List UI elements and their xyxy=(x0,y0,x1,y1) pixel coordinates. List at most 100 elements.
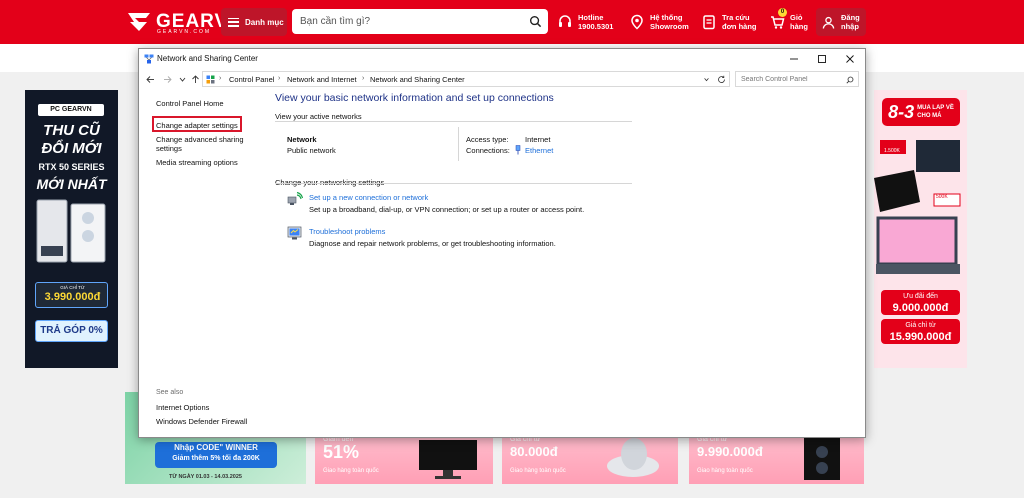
banner-line3: RTX 50 SERIES xyxy=(38,162,105,172)
address-box[interactable]: › Control Panel › Network and Internet ›… xyxy=(202,71,730,87)
chevron-down-icon xyxy=(179,77,185,82)
cart-line2: hàng xyxy=(790,22,808,31)
recent-locations-button[interactable] xyxy=(176,73,188,85)
maximize-button[interactable] xyxy=(807,49,837,69)
network-sharing-center-window: Network and Sharing Center › Control Pan… xyxy=(138,48,866,438)
login-line2: nhập xyxy=(841,22,859,31)
offer-pill-1-value: 9.000.000đ xyxy=(892,302,949,314)
promo-3-amount: 80.000đ xyxy=(510,444,558,459)
new-connection-icon xyxy=(287,191,303,205)
promo-3-shipping: Giao hàng toàn quốc xyxy=(510,468,566,474)
hamburger-icon xyxy=(228,17,239,27)
right-promo-banner[interactable]: 8-3 MUA LAP VỀ CHO MÁ 1.500K 500K Ưu đãi … xyxy=(874,90,967,368)
page-title: View your basic network information and … xyxy=(275,92,554,104)
promo-code-box: Nhập CODE" WINNER Giảm thêm 5% tối đa 20… xyxy=(155,442,277,468)
up-button[interactable] xyxy=(189,73,201,85)
internet-options-link[interactable]: Internet Options xyxy=(156,403,209,412)
monitor-image xyxy=(419,440,477,479)
promo-4-shipping: Giao hàng toàn quốc xyxy=(697,468,753,474)
control-panel-icon xyxy=(206,75,215,84)
setup-connection-link[interactable]: Set up a new connection or network xyxy=(309,193,428,202)
hotline-number: 1900.5301 xyxy=(578,22,614,31)
logo-subtext: GEARVN.COM xyxy=(157,29,212,35)
left-task-pane: Control Panel Home Change adapter settin… xyxy=(139,89,267,437)
cart-link[interactable]: 0 Giỏ hàng xyxy=(769,8,808,34)
pc-tower-image xyxy=(804,438,840,480)
site-header: GEARVN GEARVN.COM Danh mục Hotline1900.5… xyxy=(0,0,1024,44)
forward-button[interactable] xyxy=(161,73,173,85)
window-title: Network and Sharing Center xyxy=(157,54,258,63)
banner-tag: PC GEARVN xyxy=(38,104,104,116)
banner-line2: ĐỔI MỚI xyxy=(41,140,102,157)
laptop-image xyxy=(874,140,961,274)
media-streaming-link[interactable]: Media streaming options xyxy=(156,158,238,167)
advanced-sharing-line2: settings xyxy=(156,144,182,153)
left-promo-banner[interactable]: PC GEARVN THU CŨ ĐỔI MỚI RTX 50 SERIES M… xyxy=(25,90,118,368)
back-button[interactable] xyxy=(144,73,156,85)
login-button[interactable]: Đăng nhập xyxy=(816,8,866,36)
offer-pill-2: Giá chỉ từ 15.990.000đ xyxy=(881,319,960,344)
offer-pill-2-label: Giá chỉ từ xyxy=(905,322,936,329)
breadcrumb-control-panel[interactable]: Control Panel xyxy=(229,75,274,84)
womens-day-small2: CHO MÁ xyxy=(917,113,942,119)
close-icon xyxy=(846,55,854,63)
hotline-label: Hotline xyxy=(578,13,604,22)
advanced-sharing-line1: Change advanced sharing xyxy=(156,135,244,144)
breadcrumb-separator-icon: › xyxy=(362,75,365,82)
showroom-line2: Showroom xyxy=(650,22,689,31)
minimize-button[interactable] xyxy=(779,49,809,69)
close-button[interactable] xyxy=(835,49,865,69)
clipboard-icon xyxy=(703,15,715,30)
refresh-icon[interactable] xyxy=(717,75,726,84)
troubleshoot-link[interactable]: Troubleshoot problems xyxy=(309,227,385,236)
order-lookup-link[interactable]: Tra cứu đơn hàng xyxy=(701,10,757,34)
breadcrumb-network-internet[interactable]: Network and Internet xyxy=(287,75,357,84)
location-pin-icon xyxy=(631,14,643,30)
network-type: Public network xyxy=(287,146,336,155)
showroom-link[interactable]: Hệ thống Showroom xyxy=(629,10,689,34)
breadcrumb-network-sharing-center[interactable]: Network and Sharing Center xyxy=(370,75,465,84)
minimize-icon xyxy=(790,58,798,60)
promo-2-shipping: Giao hàng toàn quốc xyxy=(323,468,379,474)
chevron-down-icon[interactable] xyxy=(703,76,710,83)
search-icon[interactable] xyxy=(529,15,542,28)
price-card: GIÁ CHỈ TỪ 3.990.000đ xyxy=(35,282,108,308)
pc-case-image xyxy=(36,199,106,263)
network-name: Network xyxy=(287,135,317,144)
divider xyxy=(458,127,459,161)
arrow-up-icon xyxy=(191,74,199,83)
womens-day-small1: MUA LAP VỀ xyxy=(917,105,954,111)
access-type-label: Access type: xyxy=(466,135,509,144)
offer-pill-1: Ưu đãi đến 9.000.000đ xyxy=(881,290,960,315)
site-search-input[interactable] xyxy=(300,13,520,30)
change-advanced-sharing-link[interactable]: Change advanced sharing settings xyxy=(156,135,244,153)
control-panel-search-box xyxy=(735,71,859,87)
firewall-link[interactable]: Windows Defender Firewall xyxy=(156,417,247,426)
change-adapter-settings-link[interactable]: Change adapter settings xyxy=(156,121,238,130)
womens-day-header: 8-3 MUA LAP VỀ CHO MÁ xyxy=(882,98,960,126)
arrow-right-icon xyxy=(163,75,172,83)
troubleshoot-icon xyxy=(287,226,302,240)
promo-date: TỪ NGÀY 01.03 - 14.03.2025 xyxy=(169,474,242,480)
arrow-left-icon xyxy=(145,75,154,83)
orders-line2: đơn hàng xyxy=(722,22,757,31)
ethernet-icon xyxy=(515,145,521,155)
ethernet-connection-link[interactable]: Ethernet xyxy=(525,146,553,155)
showroom-line1: Hệ thống xyxy=(650,13,683,22)
login-line1: Đăng xyxy=(841,13,860,22)
badge-500k: 500K xyxy=(936,194,948,200)
breadcrumb-separator-icon: › xyxy=(219,75,222,82)
hotline-link[interactable]: Hotline 1900.5301 xyxy=(557,10,613,34)
category-menu-button[interactable]: Danh mục xyxy=(221,8,287,36)
search-icon[interactable] xyxy=(846,76,854,84)
category-menu-label: Danh mục xyxy=(245,17,284,27)
price-value: 3.990.000đ xyxy=(44,291,101,303)
control-panel-search-input[interactable] xyxy=(741,74,841,85)
cart-line1: Giỏ xyxy=(790,13,803,22)
window-titlebar[interactable]: Network and Sharing Center xyxy=(139,49,865,69)
control-panel-home-link[interactable]: Control Panel Home xyxy=(156,99,224,108)
banner-line4: MỚI NHẤT xyxy=(36,176,107,192)
setup-connection-desc: Set up a broadband, dial-up, or VPN conn… xyxy=(309,205,585,214)
connections-label: Connections: xyxy=(466,146,510,155)
promo-4-amount: 9.990.000đ xyxy=(697,444,763,459)
